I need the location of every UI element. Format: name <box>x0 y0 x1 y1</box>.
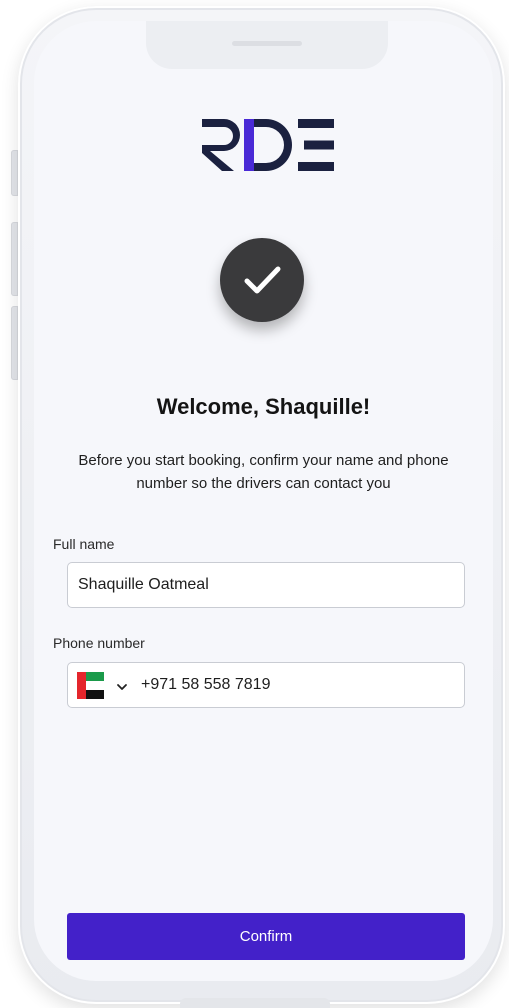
phone-number-input[interactable] <box>141 663 441 707</box>
uae-flag-icon[interactable] <box>77 672 104 699</box>
phone-number-field <box>67 662 465 708</box>
phone-number-label: Phone number <box>53 635 145 651</box>
rde-logo <box>202 119 334 171</box>
full-name-input[interactable] <box>67 562 465 608</box>
checkmark-icon <box>244 266 281 294</box>
bottom-button <box>180 998 330 1008</box>
success-badge <box>220 238 304 322</box>
speaker-grille <box>232 41 302 46</box>
phone-notch <box>146 21 388 69</box>
volume-down-button <box>11 306 18 380</box>
chevron-down-icon[interactable] <box>116 681 128 693</box>
full-name-label: Full name <box>53 536 115 552</box>
welcome-subtitle: Before you start booking, confirm your n… <box>78 452 449 492</box>
confirm-button[interactable]: Confirm <box>67 913 465 960</box>
mute-switch <box>11 150 18 196</box>
welcome-title: Welcome, Shaquille! <box>156 394 371 419</box>
device-mockup: Welcome, Shaquille! Before you start boo… <box>0 0 509 1008</box>
app-screen: Welcome, Shaquille! Before you start boo… <box>34 21 493 981</box>
volume-up-button <box>11 222 18 296</box>
